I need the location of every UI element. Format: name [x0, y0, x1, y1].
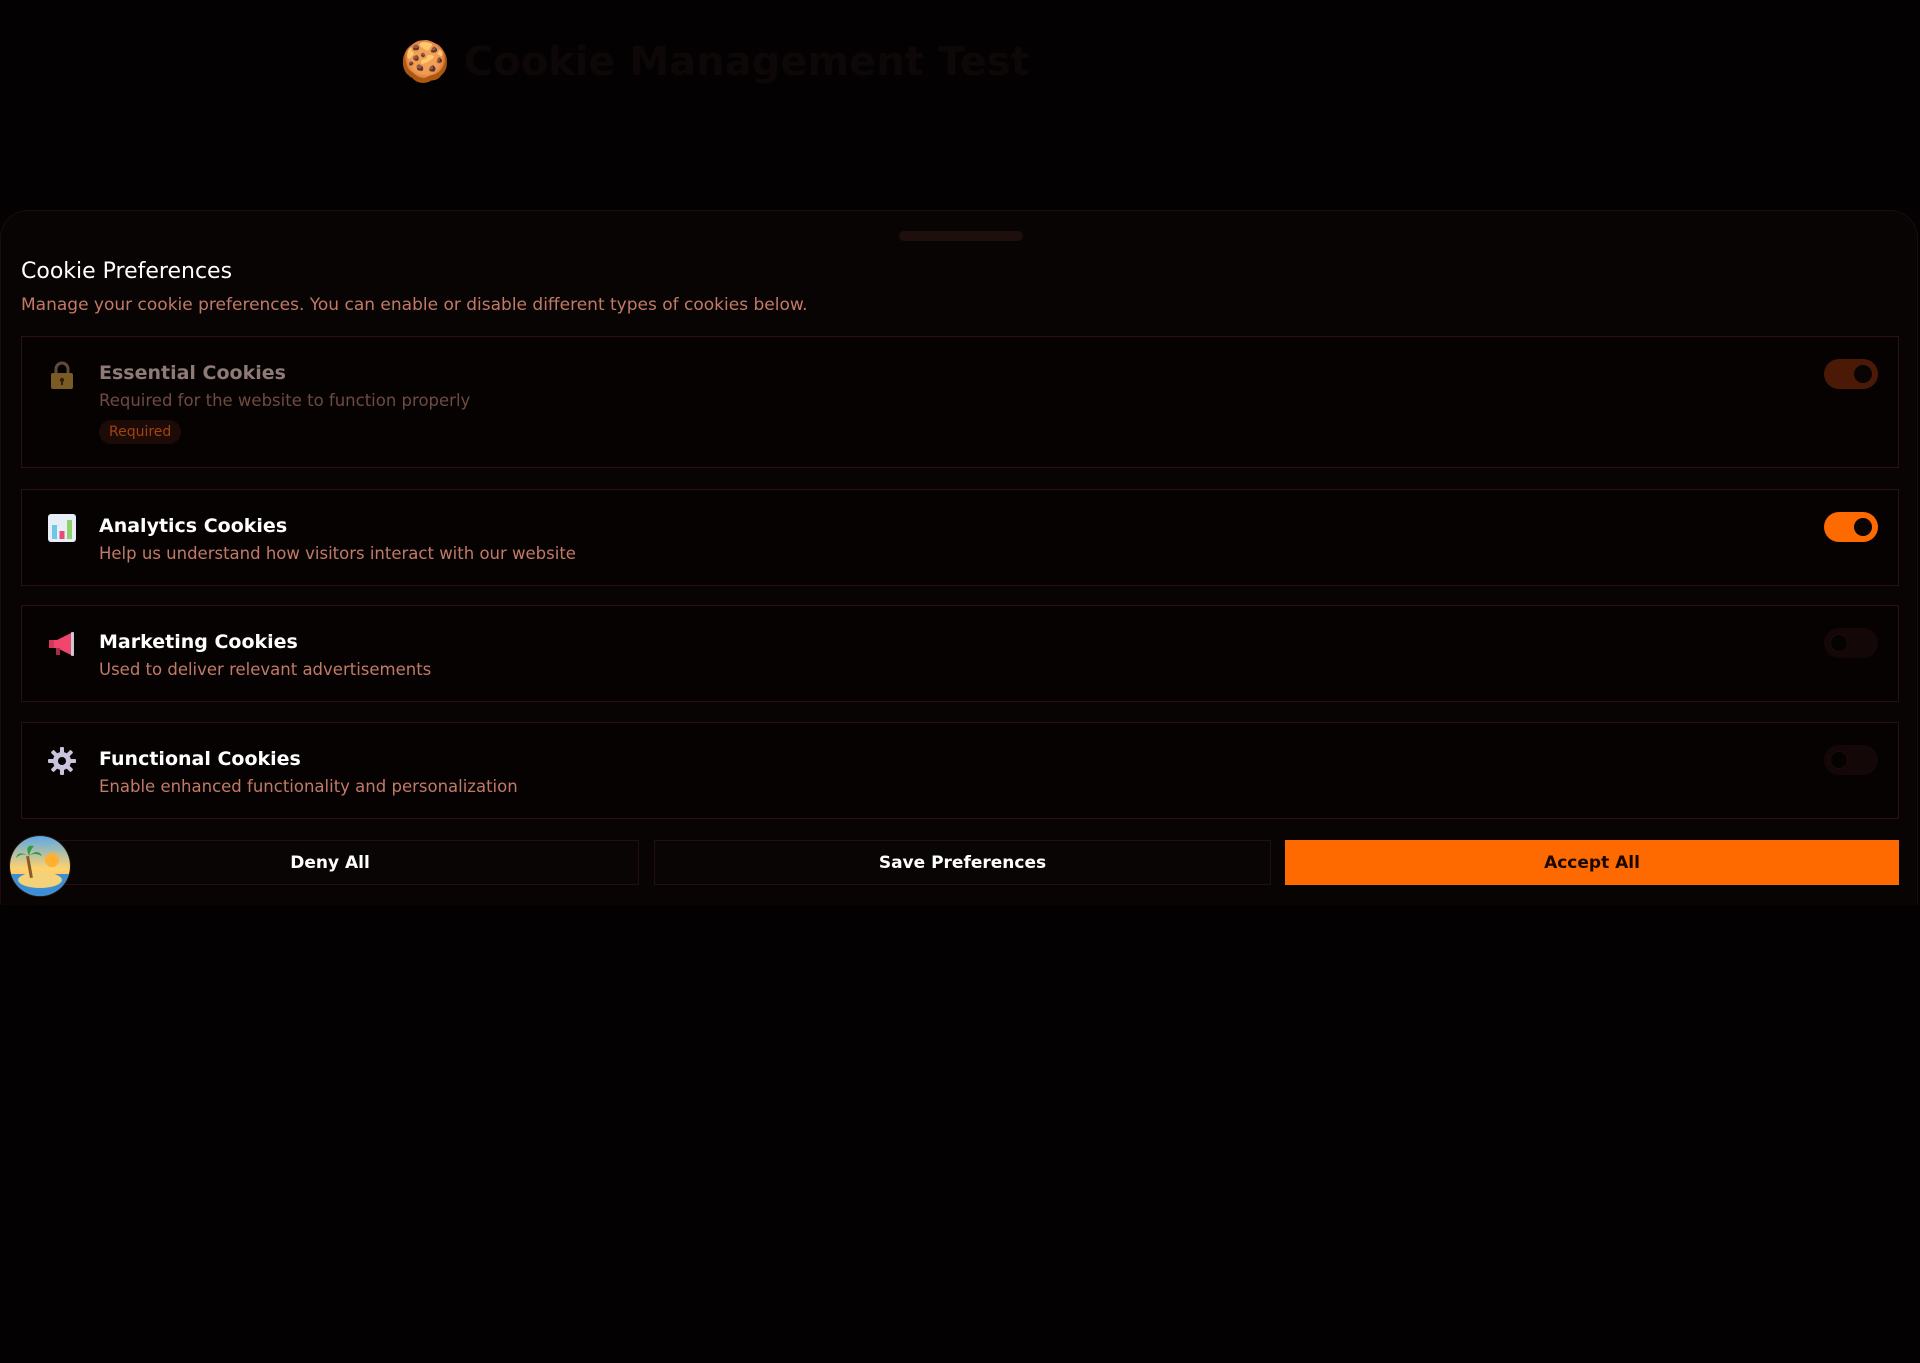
essential-toggle: [1824, 359, 1878, 389]
gear-icon: [46, 745, 78, 777]
page-background: [0, 905, 1920, 1363]
marketing-toggle[interactable]: [1824, 628, 1878, 658]
cookie-preferences-sheet: Cookie Preferences Manage your cookie pr…: [0, 210, 1918, 910]
avatar[interactable]: [10, 836, 70, 896]
category-name: Marketing Cookies: [99, 631, 298, 653]
cookie-category-essential: Essential Cookies Required for the websi…: [21, 336, 1899, 468]
category-description: Used to deliver relevant advertisements: [99, 660, 432, 679]
cookie-category-analytics: Analytics Cookies Help us understand how…: [21, 489, 1899, 586]
functional-toggle[interactable]: [1824, 745, 1878, 775]
bar-chart-icon: [46, 512, 78, 544]
island-avatar-icon: [10, 836, 70, 896]
drag-handle[interactable]: [899, 231, 1023, 241]
cookie-category-marketing: Marketing Cookies Used to deliver releva…: [21, 605, 1899, 702]
toggle-knob: [1830, 634, 1848, 652]
toggle-knob: [1830, 751, 1848, 769]
lock-icon: [46, 359, 78, 391]
sheet-title: Cookie Preferences: [21, 259, 233, 284]
sheet-description: Manage your cookie preferences. You can …: [21, 295, 808, 315]
cookie-category-functional: Functional Cookies Enable enhanced funct…: [21, 722, 1899, 819]
analytics-toggle[interactable]: [1824, 512, 1878, 542]
deny-all-button[interactable]: Deny All: [21, 840, 639, 885]
category-description: Enable enhanced functionality and person…: [99, 777, 518, 796]
toggle-knob: [1854, 365, 1872, 383]
category-description: Required for the website to function pro…: [99, 391, 471, 410]
category-description: Help us understand how visitors interact…: [99, 544, 576, 563]
megaphone-icon: [46, 628, 78, 660]
category-name: Functional Cookies: [99, 748, 301, 770]
category-name: Essential Cookies: [99, 362, 286, 384]
category-name: Analytics Cookies: [99, 515, 288, 537]
required-badge: Required: [99, 420, 182, 444]
save-preferences-button[interactable]: Save Preferences: [654, 840, 1271, 885]
accept-all-button[interactable]: Accept All: [1285, 840, 1899, 885]
toggle-knob: [1854, 518, 1872, 536]
background-page-title: 🍪 Cookie Management Test: [400, 39, 1030, 85]
page: 🍪 Cookie Management Test Cookie Preferen…: [0, 0, 1920, 1363]
